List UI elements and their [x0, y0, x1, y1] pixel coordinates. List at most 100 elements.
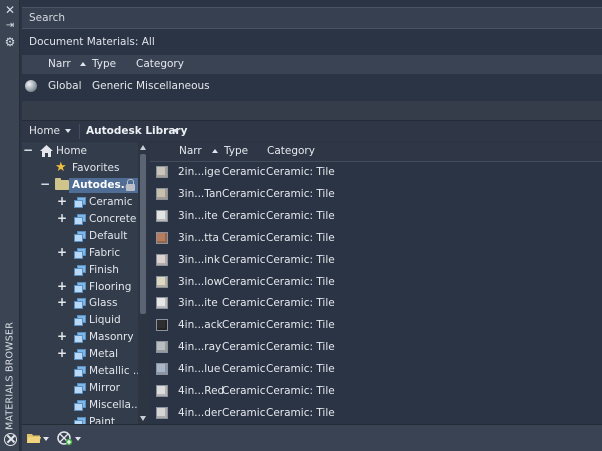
material-category: Ceramic: Tile	[266, 319, 335, 332]
column-type[interactable]: Type	[224, 145, 248, 157]
collapse-icon[interactable]: −	[40, 177, 50, 191]
column-name[interactable]: Narr	[179, 145, 202, 157]
tree-item-category[interactable]: + Ceramic	[22, 194, 140, 211]
column-category[interactable]: Category	[136, 58, 184, 70]
column-type[interactable]: Type	[92, 58, 116, 70]
material-swatch-icon	[156, 319, 168, 332]
material-name: 4in...lue	[178, 363, 221, 376]
tree-item-category[interactable]: + Flooring	[22, 279, 140, 296]
tree-item-category[interactable]: + Glass	[22, 295, 140, 312]
tree-item-category[interactable]: + Metal	[22, 346, 140, 363]
material-category: Ceramic: Tile	[266, 187, 335, 200]
material-row[interactable]: 4in...Red Ceramic Ceramic: Tile	[150, 382, 602, 403]
tree-item-autodesk-library[interactable]: − Autodes...	[22, 177, 140, 194]
material-swatch-icon	[156, 341, 168, 354]
material-name: 3in...tta	[178, 231, 219, 244]
material-swatch-icon	[156, 209, 168, 222]
tree-item-label: Metal	[89, 348, 118, 361]
material-row[interactable]: 4in...lue Ceramic Ceramic: Tile	[150, 360, 602, 381]
material-category: Ceramic: Tile	[266, 166, 335, 178]
material-type: Ceramic	[222, 363, 266, 376]
create-material-icon[interactable]	[57, 430, 73, 446]
expand-icon[interactable]: +	[57, 329, 67, 343]
tree-item-category[interactable]: + Fabric	[22, 245, 140, 262]
material-type: Ceramic	[222, 187, 266, 200]
search-input[interactable]	[22, 8, 602, 28]
close-icon[interactable]: ✕	[3, 3, 17, 17]
material-category-icon	[74, 332, 86, 344]
material-name: 3in...ink	[178, 253, 220, 266]
chevron-down-icon[interactable]	[173, 129, 179, 133]
material-row[interactable]: 3in...ink Ceramic Ceramic: Tile	[150, 251, 602, 272]
material-swatch-icon	[156, 231, 168, 244]
expand-icon[interactable]: +	[57, 279, 67, 293]
scroll-down-icon[interactable]	[140, 416, 146, 421]
tree-item-category[interactable]: Paint	[22, 414, 140, 424]
material-swatch-icon	[156, 297, 168, 310]
material-category: Ceramic: Tile	[266, 275, 335, 288]
material-sphere-icon	[25, 80, 37, 92]
tree-item-category[interactable]: Finish	[22, 262, 140, 279]
material-category: Ceramic: Tile	[266, 253, 335, 266]
material-swatch-icon	[156, 187, 168, 200]
expand-icon[interactable]: +	[57, 245, 67, 259]
tree-item-category[interactable]: + Masonry	[22, 329, 140, 346]
material-row[interactable]: 4in...der Ceramic Ceramic: Tile	[150, 404, 602, 425]
bottom-toolbar	[22, 424, 602, 451]
material-category: Ceramic: Tile	[266, 341, 335, 354]
home-icon	[40, 145, 53, 157]
expand-icon[interactable]: +	[57, 346, 67, 360]
scrollbar-thumb[interactable]	[140, 154, 146, 314]
dock-icon[interactable]: ⇥	[3, 19, 17, 33]
material-row[interactable]: 3in...tta Ceramic Ceramic: Tile	[150, 229, 602, 250]
column-category[interactable]: Category	[267, 145, 315, 157]
material-name: 3in...ite	[178, 297, 218, 310]
material-type: Ceramic	[222, 209, 266, 222]
material-row[interactable]: 2in...ige Ceramic Ceramic: Tile	[150, 163, 602, 184]
collapse-icon[interactable]: −	[23, 143, 33, 157]
chevron-down-icon[interactable]	[75, 437, 81, 441]
tree-item-favorites[interactable]: ★ Favorites	[22, 160, 140, 177]
tree-item-category[interactable]: + Concrete	[22, 211, 140, 228]
splitter[interactable]	[22, 101, 602, 120]
search-box[interactable]	[22, 7, 602, 29]
tree-item-category[interactable]: Miscella...	[22, 397, 141, 414]
material-row[interactable]: 3in...ite Ceramic Ceramic: Tile	[150, 207, 602, 228]
material-row[interactable]: 3in...ite Ceramic Ceramic: Tile	[150, 294, 602, 315]
column-name[interactable]: Narr	[48, 58, 71, 70]
panel-title-strip: ✕ ⇥ ⚙ MATERIALS BROWSER	[0, 0, 20, 451]
home-dropdown[interactable]: Home	[29, 125, 60, 137]
tree-scrollbar[interactable]	[138, 142, 148, 424]
material-category-icon	[74, 349, 86, 361]
tree-item-home[interactable]: − Home	[22, 143, 140, 160]
material-swatch-icon	[156, 385, 168, 397]
material-name: 3in...ite	[178, 209, 218, 222]
chevron-down-icon[interactable]	[65, 129, 71, 133]
material-type: Ceramic	[222, 341, 266, 354]
document-material-row[interactable]: Global Generic Miscellaneous	[22, 76, 602, 98]
document-materials-header: Narr Type Category	[22, 55, 602, 74]
tree-item-label: Glass	[89, 297, 118, 310]
tree-item-category[interactable]: Metallic ...	[22, 363, 143, 380]
materials-list: 2in...ige Ceramic Ceramic: Tile 3in...Tan Ce…	[150, 163, 602, 424]
material-type: Ceramic	[222, 166, 266, 178]
chevron-down-icon[interactable]	[43, 437, 49, 441]
material-browser-icon[interactable]	[4, 433, 17, 446]
scroll-up-icon[interactable]	[140, 145, 146, 150]
tree-item-category[interactable]: Default	[22, 228, 140, 245]
expand-icon[interactable]: +	[57, 295, 67, 309]
material-row[interactable]: 3in...low Ceramic Ceramic: Tile	[150, 273, 602, 294]
properties-icon[interactable]: ⚙	[3, 35, 17, 49]
material-type: Ceramic	[222, 231, 266, 244]
material-row[interactable]: 4in...ray Ceramic Ceramic: Tile	[150, 338, 602, 359]
tree-item-category[interactable]: Liquid	[22, 312, 140, 329]
material-category-icon	[74, 281, 86, 293]
expand-icon[interactable]: +	[57, 211, 67, 225]
material-category: Ceramic: Tile	[266, 385, 335, 397]
material-row[interactable]: 3in...Tan Ceramic Ceramic: Tile	[150, 185, 602, 206]
material-category-icon	[74, 230, 86, 242]
tree-item-category[interactable]: Mirror	[22, 380, 140, 397]
expand-icon[interactable]: +	[57, 194, 67, 208]
open-library-icon[interactable]	[26, 430, 42, 446]
material-row[interactable]: 4in...ack Ceramic Ceramic: Tile	[150, 316, 602, 337]
